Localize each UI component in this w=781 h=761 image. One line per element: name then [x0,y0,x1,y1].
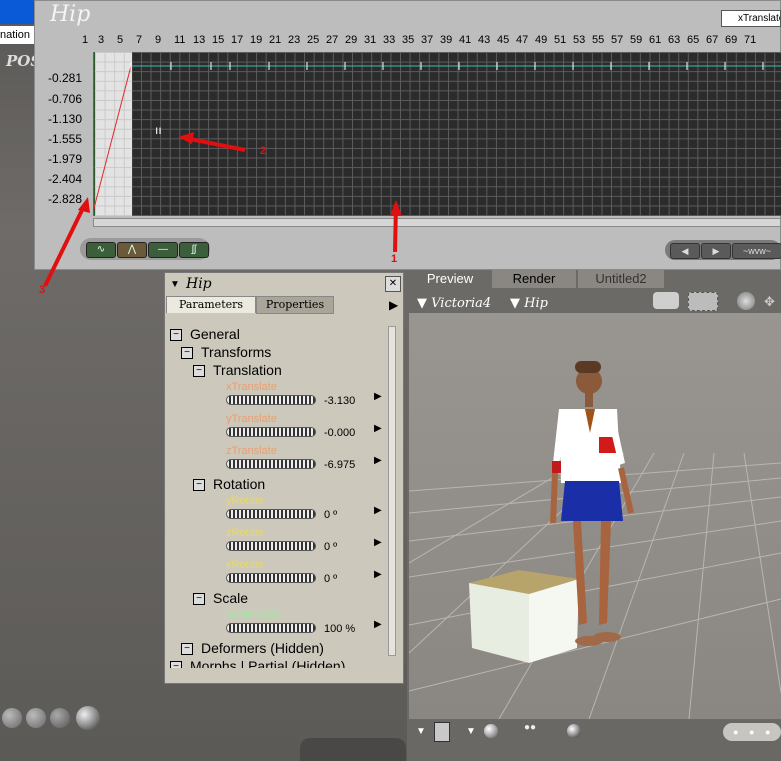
ztranslate-dial[interactable] [226,459,316,469]
yrotate-label: yRotate [226,495,264,507]
option-dot-icon: ● [749,727,755,737]
metal-ball-icon[interactable] [76,706,100,730]
display-style-menu-icon[interactable]: ▼ [416,726,426,737]
option-dot-icon: ● [733,727,739,737]
tab-preview[interactable]: Preview [409,270,491,288]
collapse-icon: − [181,643,193,656]
move-icon[interactable]: ✥ [764,294,775,310]
xrotate-label: xRotate [226,559,264,571]
ytranslate-value[interactable]: -0.000 [324,427,355,439]
tab-untitled2[interactable]: Untitled2 [578,270,664,288]
collapse-icon: − [193,479,205,492]
zrotate-label: zRotate [226,527,264,539]
panel-title: Hip [186,276,212,292]
group-rotation[interactable]: − Rotation [193,476,265,492]
yrotate-menu-arrow-icon[interactable]: ▶ [374,505,382,516]
box-front [469,583,529,663]
body-part-menu[interactable]: ▼ Hip [510,296,548,311]
ztranslate-menu-arrow-icon[interactable]: ▶ [374,455,382,466]
tab-properties[interactable]: Properties [256,296,334,314]
ytranslate-label: yTranslate [226,413,277,425]
light-ball-icon[interactable] [2,708,22,728]
collapse-icon: − [193,365,205,378]
group-morphs[interactable]: − Morphs | Partial (Hidden) [170,658,345,668]
xtranslate-value[interactable]: -3.130 [324,395,355,407]
annotation-label-1: 1 [391,253,398,265]
collapse-icon: − [181,347,193,360]
panel-scrollbar[interactable] [388,326,396,656]
group-general[interactable]: − General [170,326,240,342]
xrotate-value[interactable]: 0 º [324,573,337,585]
yrotate-value[interactable]: 0 º [324,509,337,521]
zrotate-dial[interactable] [226,541,316,551]
ztranslate-value[interactable]: -6.975 [324,459,355,471]
scale-label: Scale (xyz) [226,609,281,621]
collapse-icon: − [170,329,182,342]
collapse-icon: − [170,661,182,668]
document-icon[interactable] [434,722,450,742]
viewport-scene [409,361,781,719]
ztranslate-label: zTranslate [226,445,277,457]
xrotate-dial[interactable] [226,573,316,583]
group-scale[interactable]: − Scale [193,590,248,606]
figure-menu[interactable]: ▼ Victoria4 [417,296,491,311]
shade-ball-icon[interactable] [484,724,498,738]
annotation-label-2: 2 [260,145,267,157]
3d-viewport[interactable] [409,313,781,719]
zrotate-value[interactable]: 0 º [324,541,337,553]
group-deformers[interactable]: − Deformers (Hidden) [181,640,324,656]
xrotate-menu-arrow-icon[interactable]: ▶ [374,569,382,580]
yrotate-dial[interactable] [226,509,316,519]
shading-menu-icon[interactable]: ▼ [466,726,476,737]
tab-parameters[interactable]: Parameters [166,296,256,313]
panel-collapse-icon[interactable]: ▼ [170,279,180,290]
ytranslate-dial[interactable] [226,427,316,437]
grid-ball-icon[interactable] [50,708,70,728]
camera-icon[interactable] [653,292,679,309]
animation-controls-stub[interactable] [300,738,406,761]
tab-render[interactable]: Render [492,270,576,288]
smooth-shade-icon[interactable] [567,724,581,738]
xtranslate-label: xTranslate [226,381,277,393]
render-area-icon[interactable] [688,292,718,311]
group-translation[interactable]: − Translation [193,362,282,378]
tracking-icon[interactable]: ●● [524,722,544,738]
option-dot-icon: ● [765,727,771,737]
annotation-arrow-3 [43,203,87,287]
xtranslate-menu-arrow-icon[interactable]: ▶ [374,391,382,402]
scale-dial[interactable] [226,623,316,633]
group-transforms[interactable]: − Transforms [181,344,271,360]
gear-icon[interactable] [737,292,755,310]
viewport-options-bar[interactable]: ● ● ● [723,723,781,741]
scale-value[interactable]: 100 % [324,623,355,635]
panel-menu-arrow-icon[interactable]: ▶ [389,298,398,312]
ytranslate-menu-arrow-icon[interactable]: ▶ [374,423,382,434]
close-icon[interactable]: ✕ [385,276,401,292]
light-ball-icon[interactable] [26,708,46,728]
zrotate-menu-arrow-icon[interactable]: ▶ [374,537,382,548]
xtranslate-dial[interactable] [226,395,316,405]
collapse-icon: − [193,593,205,606]
annotation-label-3: 3 [39,284,46,296]
annotation-arrow-2 [184,136,246,152]
scale-menu-arrow-icon[interactable]: ▶ [374,619,382,630]
